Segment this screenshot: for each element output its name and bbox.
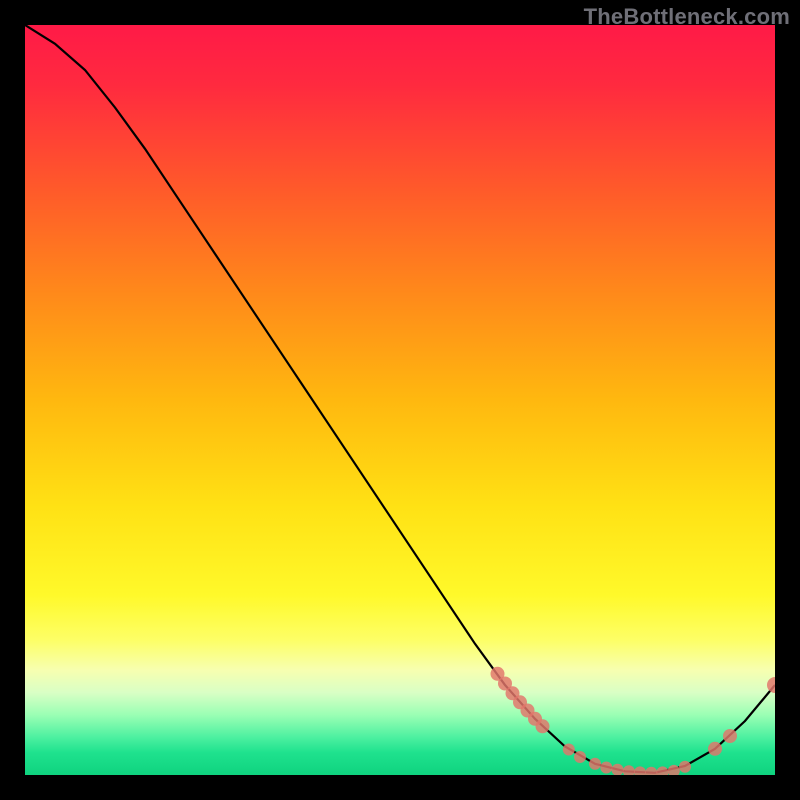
curve-line [25, 25, 775, 773]
data-point [600, 762, 612, 774]
data-point [589, 758, 601, 770]
watermark-text: TheBottleneck.com [584, 4, 790, 30]
data-point [574, 751, 586, 763]
data-point [623, 765, 635, 775]
data-point [563, 744, 575, 756]
chart-overlay [25, 25, 775, 775]
data-point [708, 742, 722, 756]
data-point [612, 764, 624, 775]
data-point [634, 766, 646, 775]
data-point [536, 719, 550, 733]
data-point [657, 766, 669, 775]
data-point [645, 767, 657, 775]
data-point [668, 765, 680, 775]
data-point [767, 677, 775, 693]
chart-plot-area [25, 25, 775, 775]
data-point [679, 761, 691, 773]
chart-curve [25, 25, 775, 773]
data-point [723, 729, 737, 743]
chart-frame: TheBottleneck.com [0, 0, 800, 800]
chart-points [491, 667, 776, 775]
